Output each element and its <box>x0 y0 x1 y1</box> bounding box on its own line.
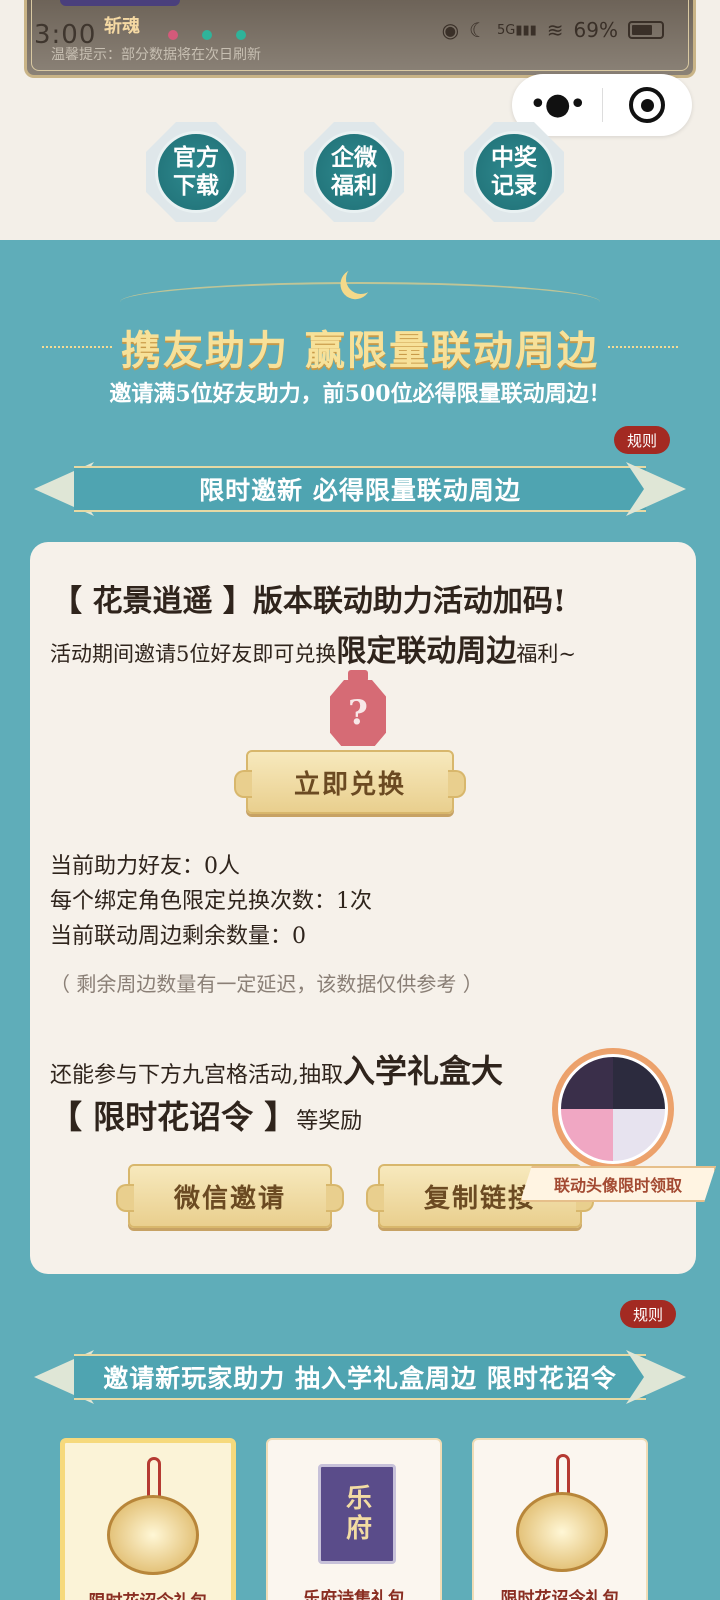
also2-suffix: 等奖励 <box>296 1109 363 1134</box>
poetry-book-icon: 乐府 <box>318 1464 396 1564</box>
ribbon-title: 邀请新玩家助力 抽入学礼盒周边 限时花诏令 <box>103 1364 617 1393</box>
eye-icon: ◉ <box>441 18 460 42</box>
hero-title: 携友助力 赢限量联动周边 <box>121 327 599 374</box>
player-nickname: 斩魂 <box>104 16 140 37</box>
wechat-invite-button[interactable]: 微信邀请 <box>116 1164 344 1228</box>
quick-link-label: 官方下载 <box>173 144 219 199</box>
grid-activity-text: 还能参与下方九宫格活动,抽取入学礼盒大 <box>50 1046 503 1092</box>
quick-link-label: 中奖记录 <box>491 144 537 199</box>
also-highlight: 入学礼盒大 <box>343 1052 504 1090</box>
status-dots <box>168 30 246 40</box>
gift-label: 限时花诏令礼包 <box>500 1589 620 1600</box>
target-circle-icon <box>629 87 666 123</box>
wifi-icon: ≋ <box>546 18 564 42</box>
grid-activity-text-2: 【 限时花诏令 】等奖励 <box>50 1092 362 1138</box>
quick-link-label: 企微福利 <box>331 144 377 199</box>
collab-avatar-label[interactable]: 联动头像限时领取 <box>520 1166 716 1202</box>
bag-body: ? <box>330 680 386 746</box>
card-title: 【 花景逍遥 】版本联动助力活动加码! <box>52 584 567 619</box>
cord-icon <box>147 1457 161 1499</box>
stat-redeem-limit: 每个绑定角色限定兑换次数：1次 <box>50 889 372 914</box>
game-avatar <box>60 0 180 6</box>
desc-suffix: 福利~ <box>516 642 576 666</box>
also-prefix: 还能参与下方九宫格活动,抽取 <box>50 1063 343 1088</box>
signal-icon: 5G▮▮▮ <box>496 22 537 38</box>
data-delay-note: （ 剩余周边数量有一定延迟，该数据仅供参考 ） <box>50 972 483 996</box>
book-title: 乐府 <box>341 1484 372 1544</box>
card-description: 活动期间邀请5位好友即可兑换限定联动周边福利~ <box>50 626 576 670</box>
medallion-icon <box>516 1492 608 1572</box>
rules-button-2[interactable]: 规则 <box>620 1300 676 1328</box>
section-ribbon-lottery: 邀请新玩家助力 抽入学礼盒周边 限时花诏令 <box>34 1350 686 1404</box>
gift-label: 限时花诏令礼包 <box>65 1587 231 1600</box>
redeem-button[interactable]: 立即兑换 <box>234 750 466 814</box>
avatar <box>558 1054 668 1164</box>
moon-icon: ☾ <box>469 18 487 42</box>
status-time: 3:00 <box>34 20 97 50</box>
ribbon-title: 限时邀新 必得限量联动周边 <box>199 476 521 505</box>
notification-dot <box>168 30 178 40</box>
close-miniprogram-button[interactable] <box>603 87 693 123</box>
stat-helper-count: 当前助力好友：0人 <box>50 854 240 879</box>
gift-card[interactable]: 限时花诏令礼包 <box>472 1438 648 1600</box>
section-ribbon-invite: 限时邀新 必得限量联动周边 <box>34 462 686 516</box>
battery-text: 69% <box>573 18 618 42</box>
collab-avatar-badge[interactable] <box>552 1048 674 1170</box>
notification-dot <box>236 30 246 40</box>
quick-link-wecom-benefits[interactable]: 企微福利 <box>304 122 404 222</box>
gift-label: 乐府诗集礼包 <box>303 1589 405 1600</box>
quick-link-win-records[interactable]: 中奖记录 <box>464 122 564 222</box>
stat-remaining: 当前联动周边剩余数量：0 <box>50 924 306 949</box>
gift-card[interactable]: 乐府 乐府诗集礼包 <box>266 1438 442 1600</box>
cord-icon <box>556 1454 570 1496</box>
status-icons: ◉ ☾ 5G▮▮▮ ≋ 69% <box>442 18 664 42</box>
notification-dot <box>202 30 212 40</box>
battery-icon <box>628 21 664 39</box>
desc-highlight: 限定联动周边 <box>336 634 517 669</box>
more-dots-icon[interactable]: •●• <box>512 90 602 120</box>
quick-link-official-download[interactable]: 官方下载 <box>146 122 246 222</box>
also2-highlight: 【 限时花诏令 】 <box>50 1098 297 1136</box>
mystery-bag-icon: ? <box>328 670 388 750</box>
medallion-icon <box>107 1495 199 1575</box>
hero-subtitle: 邀请满5位好友助力，前500位必得限量联动周边！ <box>109 381 611 407</box>
desc-prefix: 活动期间邀请5位好友即可兑换 <box>50 642 337 666</box>
gift-card-selected[interactable]: 限时花诏令礼包 <box>60 1438 236 1600</box>
rules-button[interactable]: 规则 <box>614 426 670 454</box>
